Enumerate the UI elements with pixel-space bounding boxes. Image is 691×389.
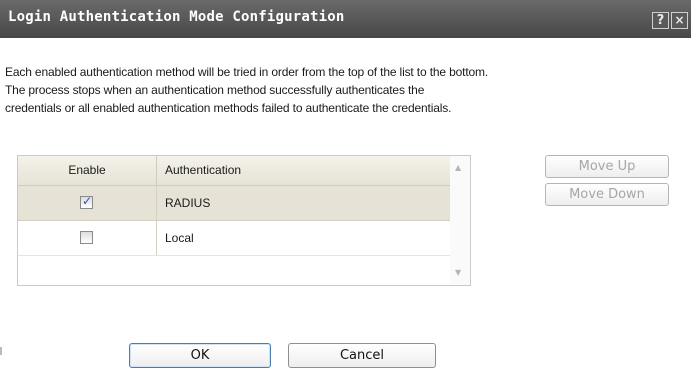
- ok-button[interactable]: OK: [129, 343, 271, 368]
- scroll-down-icon[interactable]: ▼: [455, 268, 461, 277]
- edge-marker: [0, 347, 2, 355]
- table-scrollbar[interactable]: ▲ ▼: [450, 156, 470, 285]
- description-line: Each enabled authentication method will …: [5, 65, 489, 79]
- enable-checkbox-radius[interactable]: ✓: [80, 194, 93, 209]
- auth-methods-table: Enable Authentication ✓ RADIUS Local ▲ ▼: [17, 155, 471, 286]
- move-down-button[interactable]: Move Down: [545, 183, 669, 206]
- table-row[interactable]: ✓ RADIUS: [18, 186, 450, 221]
- move-up-button[interactable]: Move Up: [545, 155, 669, 178]
- login-auth-mode-dialog: Login Authentication Mode Configuration …: [0, 0, 691, 389]
- dialog-title: Login Authentication Mode Configuration: [8, 9, 345, 25]
- column-header-enable[interactable]: Enable: [18, 156, 157, 185]
- table-row[interactable]: Local: [18, 221, 450, 256]
- enable-checkbox-local[interactable]: [80, 231, 93, 244]
- description: Each enabled authentication method will …: [5, 63, 691, 117]
- column-divider: [156, 221, 157, 255]
- title-bar: Login Authentication Mode Configuration …: [0, 0, 691, 38]
- auth-name: RADIUS: [165, 196, 211, 210]
- cancel-button[interactable]: Cancel: [288, 343, 436, 368]
- table-header: Enable Authentication: [18, 156, 450, 186]
- close-icon[interactable]: ×: [671, 12, 688, 29]
- description-line: The process stops when an authentication…: [5, 83, 425, 97]
- column-divider: [156, 186, 157, 220]
- column-header-authentication[interactable]: Authentication: [165, 156, 241, 185]
- scroll-up-icon[interactable]: ▲: [455, 163, 461, 172]
- description-line: credentials or all enabled authenticatio…: [5, 101, 452, 115]
- help-icon[interactable]: ?: [652, 12, 669, 29]
- auth-name: Local: [165, 231, 194, 245]
- checkmark-icon: ✓: [82, 194, 93, 208]
